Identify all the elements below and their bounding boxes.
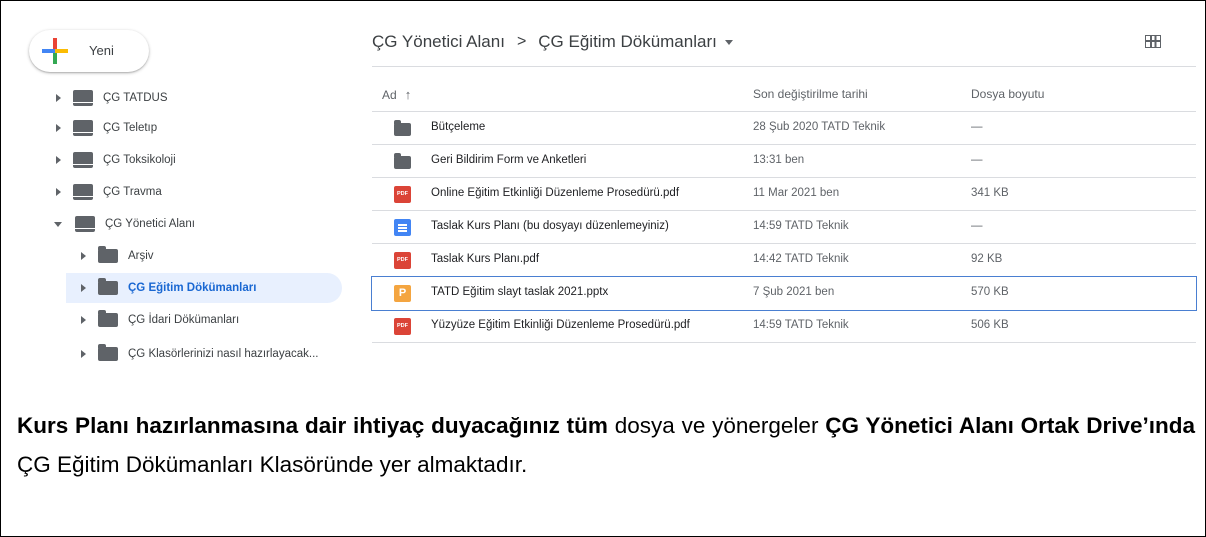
column-header-size[interactable]: Dosya boyutu (971, 87, 1044, 101)
new-button-label: Yeni (89, 43, 114, 58)
sort-up-arrow-icon[interactable]: ↑ (405, 87, 412, 102)
folder-icon (98, 246, 118, 263)
table-row[interactable]: Taslak Kurs Planı (bu dosyayı düzenlemey… (372, 211, 1196, 244)
table-row[interactable]: PDF Taslak Kurs Planı.pdf 14:42 TATD Tek… (372, 244, 1196, 277)
folder-icon (98, 344, 118, 361)
caption-bold-1: Kurs Planı hazırlanmasına dair ihtiyaç d… (17, 413, 608, 438)
file-modified: 11 Mar 2021 ben (753, 187, 840, 199)
folder-icon (98, 278, 118, 295)
breadcrumb-separator: > (516, 33, 527, 50)
table-row-selected[interactable]: P TATD Eğitim slayt taslak 2021.pptx 7 Ş… (371, 276, 1197, 311)
table-row[interactable]: Bütçeleme 28 Şub 2020 TATD Teknik — (372, 112, 1196, 145)
sidebar-item-cg-klasorlerinizi[interactable]: ÇG Klasörlerinizi nasıl hazırlayacak... (81, 339, 351, 369)
file-size: — (971, 154, 983, 166)
file-size: 341 KB (971, 187, 1009, 199)
sidebar-item-label: ÇG Toksikoloji (103, 154, 176, 166)
sidebar-item-cg-teletip[interactable]: ÇG Teletıp (56, 113, 341, 143)
sidebar-item-label: ÇG İdari Dökümanları (128, 314, 240, 326)
file-name: TATD Eğitim slayt taslak 2021.pptx (431, 286, 609, 298)
google-doc-icon (394, 219, 411, 236)
column-header-name[interactable]: Ad ↑ (382, 87, 411, 102)
caption-bold-2: ÇG Yönetici Alanı Ortak Drive’ında (825, 413, 1196, 438)
breadcrumb-parent[interactable]: ÇG Yönetici Alanı (372, 32, 505, 52)
expand-arrow-icon[interactable] (81, 350, 86, 358)
sidebar-item-label: ÇG Klasörlerinizi nasıl hazırlayacak... (128, 348, 319, 360)
file-size: 506 KB (971, 319, 1009, 331)
shared-drive-icon (73, 120, 93, 136)
breadcrumb: ÇG Yönetici Alanı > ÇG Eğitim Dökümanlar… (372, 27, 733, 57)
expand-arrow-icon[interactable] (56, 188, 61, 196)
sidebar-item-cg-yonetici-alani[interactable]: ÇG Yönetici Alanı (54, 209, 341, 239)
file-modified: 14:59 TATD Teknik (753, 319, 849, 331)
folder-icon (394, 120, 411, 136)
sidebar-item-cg-tatdus[interactable]: ÇG TATDUS (56, 83, 341, 113)
shared-drive-icon (73, 90, 93, 106)
file-modified: 14:42 TATD Teknik (753, 253, 849, 265)
new-button[interactable]: Yeni (29, 30, 149, 72)
file-size: — (971, 220, 983, 232)
sidebar-item-label: ÇG Eğitim Dökümanları (128, 282, 257, 294)
file-name: Taslak Kurs Planı (bu dosyayı düzenlemey… (431, 220, 669, 232)
grid-view-icon[interactable] (1145, 35, 1161, 48)
pdf-icon: PDF (394, 252, 411, 269)
folder-icon (98, 310, 118, 327)
sidebar-item-label: ÇG Teletıp (103, 122, 158, 134)
sidebar-item-cg-travma[interactable]: ÇG Travma (56, 177, 341, 207)
pptx-icon: P (394, 285, 411, 302)
column-header-modified[interactable]: Son değiştirilme tarihi (753, 87, 868, 101)
file-modified: 28 Şub 2020 TATD Teknik (753, 121, 886, 133)
expand-arrow-icon[interactable] (56, 124, 61, 132)
caption-text-2: ÇG Eğitim Dökümanları Klasöründe yer alm… (17, 452, 528, 477)
file-name: Taslak Kurs Planı.pdf (431, 253, 540, 265)
expand-arrow-icon[interactable] (81, 252, 86, 260)
breadcrumb-current[interactable]: ÇG Eğitim Dökümanları (538, 32, 717, 52)
sidebar-item-label: ÇG TATDUS (103, 92, 168, 104)
header-divider (372, 66, 1196, 67)
table-row[interactable]: PDF Yüzyüze Eğitim Etkinliği Düzenleme P… (372, 310, 1196, 343)
expand-arrow-icon[interactable] (56, 156, 61, 164)
chevron-down-icon[interactable] (724, 39, 733, 45)
expand-arrow-icon[interactable] (81, 284, 86, 292)
expand-arrow-icon[interactable] (81, 316, 86, 324)
table-row[interactable]: PDF Online Eğitim Etkinliği Düzenleme Pr… (372, 178, 1196, 211)
collapse-arrow-icon[interactable] (54, 221, 62, 227)
file-modified: 14:59 TATD Teknik (753, 220, 849, 232)
sidebar-item-cg-egitim-dokumanlari[interactable]: ÇG Eğitim Dökümanları (66, 273, 342, 303)
file-modified: 7 Şub 2021 ben (753, 286, 835, 298)
caption-text: Kurs Planı hazırlanmasına dair ihtiyaç d… (17, 406, 1195, 484)
file-size: 570 KB (971, 286, 1009, 298)
shared-drive-icon (73, 152, 93, 168)
sidebar-item-label: ÇG Yönetici Alanı (105, 218, 195, 230)
pdf-icon: PDF (394, 186, 411, 203)
caption-text-1: dosya ve yönergeler (607, 413, 826, 438)
file-name: Bütçeleme (431, 121, 486, 133)
sidebar-item-arsiv[interactable]: Arşiv (81, 241, 341, 271)
file-modified: 13:31 ben (753, 154, 805, 166)
expand-arrow-icon[interactable] (56, 94, 61, 102)
sidebar-item-label: ÇG Travma (103, 186, 162, 198)
file-name: Yüzyüze Eğitim Etkinliği Düzenleme Prose… (431, 319, 690, 331)
screenshot-frame: Yeni ÇG TATDUS ÇG Teletıp ÇG Toksikoloji… (0, 0, 1206, 537)
pdf-icon: PDF (394, 318, 411, 335)
file-size: — (971, 121, 983, 133)
shared-drive-icon (75, 216, 95, 232)
table-row[interactable]: Geri Bildirim Form ve Anketleri 13:31 be… (372, 145, 1196, 178)
file-name: Online Eğitim Etkinliği Düzenleme Prosed… (431, 187, 680, 199)
plus-icon (42, 38, 68, 64)
file-name: Geri Bildirim Form ve Anketleri (431, 154, 587, 166)
shared-drive-icon (73, 184, 93, 200)
sidebar-item-cg-idari-dokumanlari[interactable]: ÇG İdari Dökümanları (81, 305, 341, 335)
sidebar-item-label: Arşiv (128, 250, 154, 262)
file-size: 92 KB (971, 253, 1003, 265)
sidebar-item-cg-toksikoloji[interactable]: ÇG Toksikoloji (56, 145, 341, 175)
folder-icon (394, 153, 411, 169)
